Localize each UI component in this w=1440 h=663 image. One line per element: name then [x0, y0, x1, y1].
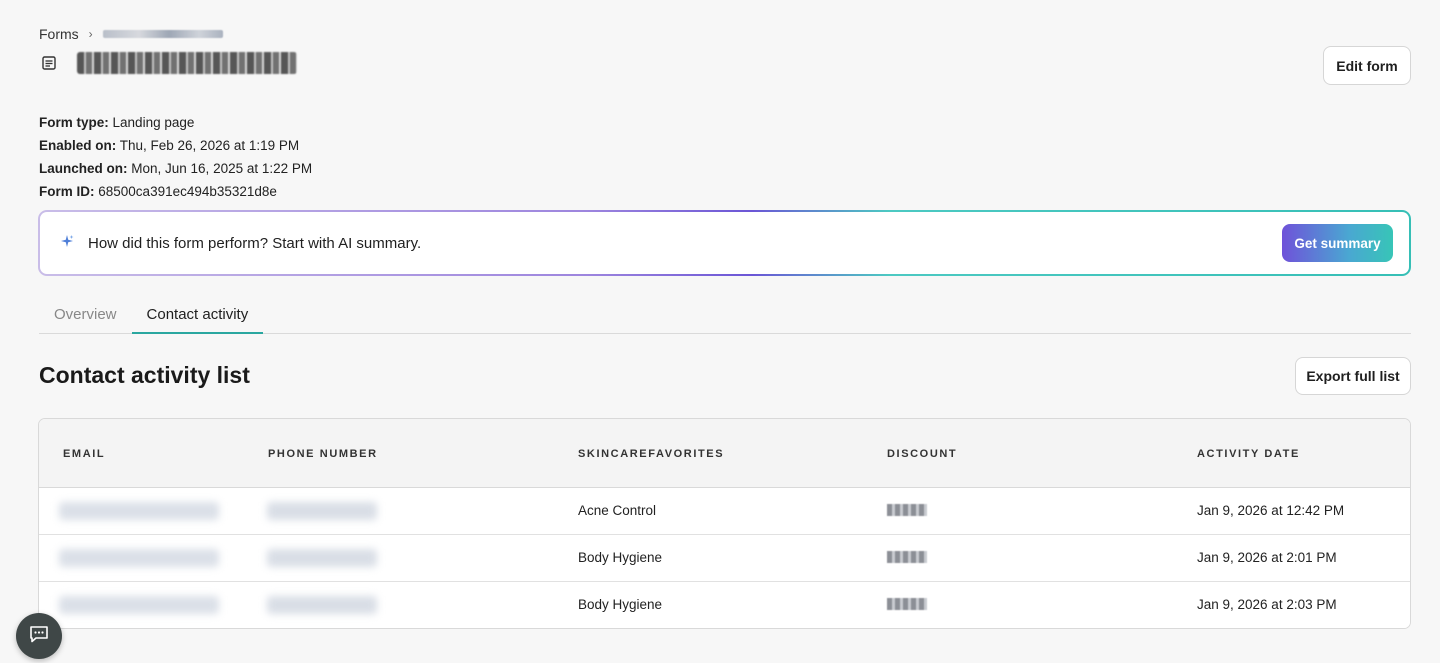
export-full-list-button[interactable]: Export full list [1295, 357, 1411, 395]
section-title: Contact activity list [39, 362, 250, 388]
chat-icon [28, 623, 50, 650]
table-row[interactable]: Body Hygiene Jan 9, 2026 at 2:03 PM [39, 582, 1410, 628]
tab-overview[interactable]: Overview [39, 296, 132, 334]
column-header-activity-date[interactable]: ACTIVITY DATE [1197, 448, 1300, 460]
column-header-skincare[interactable]: SKINCAREFAVORITES [578, 448, 724, 460]
table-row[interactable]: Body Hygiene Jan 9, 2026 at 2:01 PM [39, 535, 1410, 582]
table-header: EMAIL PHONE NUMBER SKINCAREFAVORITES DIS… [39, 419, 1410, 488]
ai-summary-text: How did this form perform? Start with AI… [88, 234, 422, 252]
form-id-row: Form ID: 68500ca391ec494b35321d8e [39, 184, 277, 199]
skincare-cell: Acne Control [578, 503, 657, 518]
form-type-row: Form type: Landing page [39, 115, 195, 130]
discount-redacted [887, 551, 927, 563]
column-header-discount[interactable]: DISCOUNT [887, 448, 957, 460]
column-header-phone[interactable]: PHONE NUMBER [268, 448, 378, 460]
activity-date-cell: Jan 9, 2026 at 2:03 PM [1197, 597, 1337, 612]
enabled-on-row: Enabled on: Thu, Feb 26, 2026 at 1:19 PM [39, 138, 300, 153]
tab-bar: Overview Contact activity [39, 296, 1411, 334]
email-redacted [59, 502, 219, 520]
discount-redacted [887, 504, 927, 516]
email-redacted [59, 596, 219, 614]
email-redacted [59, 549, 219, 567]
sparkle-icon [60, 234, 74, 253]
breadcrumb: Forms › [39, 26, 223, 42]
tab-contact-activity[interactable]: Contact activity [131, 296, 264, 334]
launched-on-row: Launched on: Mon, Jun 16, 2025 at 1:22 P… [39, 161, 313, 176]
chevron-right-icon: › [88, 27, 93, 41]
form-icon [39, 53, 59, 73]
activity-date-cell: Jan 9, 2026 at 12:42 PM [1197, 503, 1345, 518]
get-summary-button[interactable]: Get summary [1282, 224, 1393, 262]
page-title-row [39, 52, 297, 74]
phone-redacted [267, 596, 377, 614]
discount-redacted [887, 598, 927, 610]
phone-redacted [267, 502, 377, 520]
chat-button[interactable] [16, 613, 62, 659]
breadcrumb-forms-link[interactable]: Forms [39, 26, 79, 42]
contact-activity-table: EMAIL PHONE NUMBER SKINCAREFAVORITES DIS… [38, 418, 1411, 629]
phone-redacted [267, 549, 377, 567]
skincare-cell: Body Hygiene [578, 597, 663, 612]
activity-date-cell: Jan 9, 2026 at 2:01 PM [1197, 550, 1337, 565]
edit-form-button[interactable]: Edit form [1323, 46, 1411, 85]
table-row[interactable]: Acne Control Jan 9, 2026 at 12:42 PM [39, 488, 1410, 535]
page-title-redacted [77, 52, 297, 74]
column-header-email[interactable]: EMAIL [63, 448, 105, 460]
form-meta: Form type: Landing page Enabled on: Thu,… [39, 111, 312, 203]
skincare-cell: Body Hygiene [578, 550, 663, 565]
breadcrumb-current-redacted [102, 30, 223, 38]
ai-summary-banner: How did this form perform? Start with AI… [38, 210, 1411, 276]
